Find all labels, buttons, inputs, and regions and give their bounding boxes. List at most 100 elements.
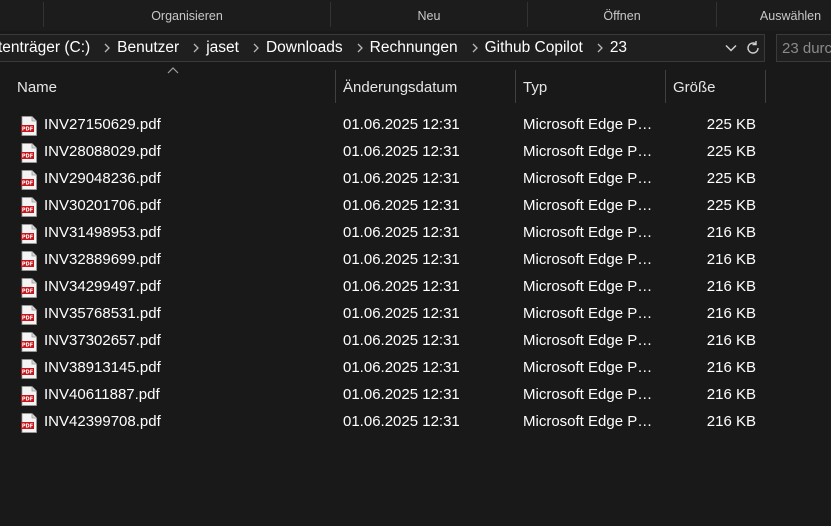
svg-text:PDF: PDF xyxy=(22,289,33,295)
chevron-right-icon[interactable] xyxy=(97,42,117,54)
file-type: Microsoft Edge PDF Document xyxy=(523,386,661,403)
file-modified-date: 01.06.2025 12:31 xyxy=(343,224,460,241)
pdf-file-icon: PDF xyxy=(21,359,37,379)
svg-text:PDF: PDF xyxy=(22,262,33,268)
file-modified-date: 01.06.2025 12:31 xyxy=(343,143,460,160)
column-divider[interactable] xyxy=(765,70,766,103)
file-size: 225 KB xyxy=(706,143,756,160)
chevron-right-icon[interactable] xyxy=(465,42,485,54)
file-type: Microsoft Edge PDF Document xyxy=(523,224,661,241)
file-name: INV27150629.pdf xyxy=(44,116,161,133)
file-row[interactable]: PDF INV32889699.pdf 01.06.2025 12:31 Micros… xyxy=(0,247,831,274)
file-name: INV30201706.pdf xyxy=(44,197,161,214)
file-name: INV34299497.pdf xyxy=(44,278,161,295)
file-modified-date: 01.06.2025 12:31 xyxy=(343,386,460,403)
breadcrumb-item-drive[interactable]: tenträger (C:) xyxy=(0,39,97,57)
breadcrumb-item-invoices[interactable]: Rechnungen xyxy=(370,39,465,57)
file-size: 216 KB xyxy=(706,386,756,403)
file-size: 225 KB xyxy=(706,170,756,187)
column-header-date[interactable]: Änderungsdatum xyxy=(336,72,515,103)
search-box[interactable] xyxy=(776,34,831,62)
pdf-file-icon: PDF xyxy=(21,386,37,406)
file-modified-date: 01.06.2025 12:31 xyxy=(343,116,460,133)
file-modified-date: 01.06.2025 12:31 xyxy=(343,413,460,430)
file-type: Microsoft Edge PDF Document xyxy=(523,413,661,430)
svg-text:PDF: PDF xyxy=(22,208,33,214)
pdf-file-icon: PDF xyxy=(21,305,37,325)
file-modified-date: 01.06.2025 12:31 xyxy=(343,332,460,349)
file-size: 225 KB xyxy=(706,197,756,214)
ribbon-group-organize[interactable]: Organisieren xyxy=(44,0,330,31)
file-type: Microsoft Edge PDF Document xyxy=(523,278,661,295)
file-row[interactable]: PDF INV29048236.pdf 01.06.2025 12:31 Micros… xyxy=(0,166,831,193)
file-size: 216 KB xyxy=(706,278,756,295)
refresh-button[interactable] xyxy=(742,35,764,61)
file-type: Microsoft Edge PDF Document xyxy=(523,197,661,214)
file-row[interactable]: PDF INV38913145.pdf 01.06.2025 12:31 Micros… xyxy=(0,355,831,382)
file-name: INV32889699.pdf xyxy=(44,251,161,268)
pdf-file-icon: PDF xyxy=(21,413,37,433)
file-name: INV37302657.pdf xyxy=(44,332,161,349)
file-size: 216 KB xyxy=(706,224,756,241)
svg-text:PDF: PDF xyxy=(22,154,33,160)
svg-text:PDF: PDF xyxy=(22,316,33,322)
column-header-type[interactable]: Typ xyxy=(516,72,665,103)
chevron-right-icon[interactable] xyxy=(590,42,610,54)
breadcrumb-item-downloads[interactable]: Downloads xyxy=(266,39,350,57)
svg-text:PDF: PDF xyxy=(22,127,33,133)
pdf-file-icon: PDF xyxy=(21,224,37,244)
file-list: PDF INV27150629.pdf 01.06.2025 12:31 Micros… xyxy=(0,112,831,436)
file-name: INV28088029.pdf xyxy=(44,143,161,160)
pdf-file-icon: PDF xyxy=(21,278,37,298)
file-row[interactable]: PDF INV37302657.pdf 01.06.2025 12:31 Micros… xyxy=(0,328,831,355)
pdf-file-icon: PDF xyxy=(21,143,37,163)
ribbon-group-new[interactable]: Neu xyxy=(331,0,527,31)
svg-text:PDF: PDF xyxy=(22,235,33,241)
file-name: INV42399708.pdf xyxy=(44,413,161,430)
file-row[interactable]: PDF INV31498953.pdf 01.06.2025 12:31 Micros… xyxy=(0,220,831,247)
file-row[interactable]: PDF INV30201706.pdf 01.06.2025 12:31 Micros… xyxy=(0,193,831,220)
breadcrumb-item-github-copilot[interactable]: Github Copilot xyxy=(485,39,590,57)
file-row[interactable]: PDF INV35768531.pdf 01.06.2025 12:31 Micros… xyxy=(0,301,831,328)
file-row[interactable]: PDF INV42399708.pdf 01.06.2025 12:31 Micros… xyxy=(0,409,831,436)
svg-text:PDF: PDF xyxy=(22,343,33,349)
file-modified-date: 01.06.2025 12:31 xyxy=(343,359,460,376)
chevron-down-icon xyxy=(725,44,737,52)
file-row[interactable]: PDF INV34299497.pdf 01.06.2025 12:31 Micros… xyxy=(0,274,831,301)
file-row[interactable]: PDF INV40611887.pdf 01.06.2025 12:31 Micros… xyxy=(0,382,831,409)
ribbon-group-select[interactable]: Auswählen xyxy=(717,0,831,31)
chevron-right-icon[interactable] xyxy=(186,42,206,54)
svg-text:PDF: PDF xyxy=(22,370,33,376)
file-size: 216 KB xyxy=(706,332,756,349)
chevron-right-icon[interactable] xyxy=(350,42,370,54)
address-bar[interactable]: tenträger (C:) Benutzer jaset Downloads … xyxy=(0,34,765,62)
file-size: 216 KB xyxy=(706,413,756,430)
file-size: 216 KB xyxy=(706,305,756,322)
file-modified-date: 01.06.2025 12:31 xyxy=(343,197,460,214)
breadcrumb-item-users[interactable]: Benutzer xyxy=(117,39,186,57)
file-name: INV31498953.pdf xyxy=(44,224,161,241)
file-type: Microsoft Edge PDF Document xyxy=(523,305,661,322)
breadcrumb-item-current-folder[interactable]: 23 xyxy=(610,39,634,57)
address-history-button[interactable] xyxy=(720,35,742,61)
file-type: Microsoft Edge PDF Document xyxy=(523,251,661,268)
ribbon-group-open[interactable]: Öffnen xyxy=(528,0,716,31)
chevron-right-icon[interactable] xyxy=(246,42,266,54)
file-name: INV29048236.pdf xyxy=(44,170,161,187)
pdf-file-icon: PDF xyxy=(21,197,37,217)
file-modified-date: 01.06.2025 12:31 xyxy=(343,170,460,187)
breadcrumb-item-user[interactable]: jaset xyxy=(206,39,246,57)
file-row[interactable]: PDF INV28088029.pdf 01.06.2025 12:31 Micros… xyxy=(0,139,831,166)
pdf-file-icon: PDF xyxy=(21,251,37,271)
file-row[interactable]: PDF INV27150629.pdf 01.06.2025 12:31 Micros… xyxy=(0,112,831,139)
file-modified-date: 01.06.2025 12:31 xyxy=(343,251,460,268)
search-input[interactable] xyxy=(782,39,831,57)
breadcrumb: tenträger (C:) Benutzer jaset Downloads … xyxy=(0,35,720,61)
command-bar: Organisieren Neu Öffnen Auswählen xyxy=(0,0,831,31)
svg-text:PDF: PDF xyxy=(22,181,33,187)
pdf-file-icon: PDF xyxy=(21,332,37,352)
file-size: 216 KB xyxy=(706,359,756,376)
column-header-name[interactable]: Name xyxy=(10,72,335,103)
column-header-size[interactable]: Größe xyxy=(666,72,765,103)
pdf-file-icon: PDF xyxy=(21,116,37,136)
